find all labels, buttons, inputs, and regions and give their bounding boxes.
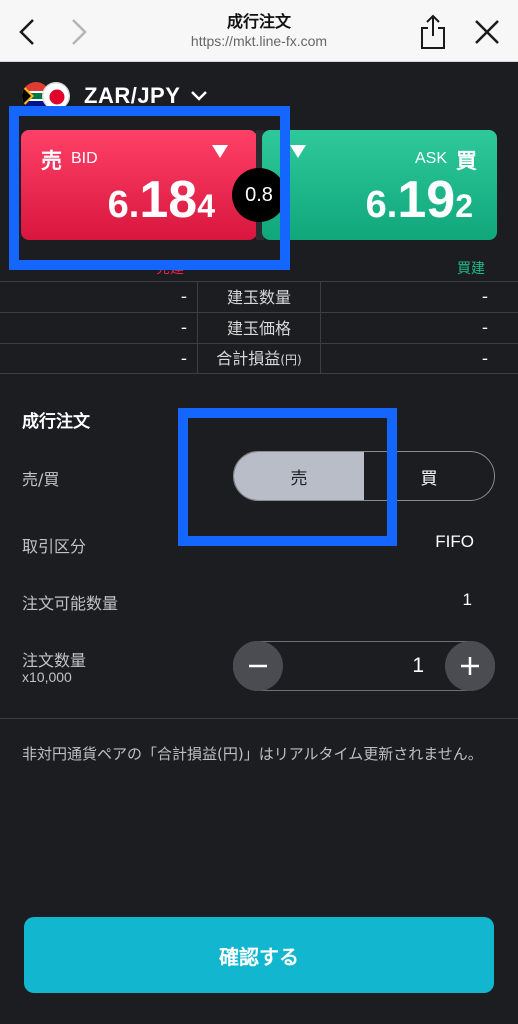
plus-icon: [461, 657, 479, 675]
ask-price: 6.192: [366, 170, 473, 230]
buy-position-label: 買建: [457, 261, 485, 277]
ask-price-head: 6.: [365, 184, 398, 226]
row-label: 建玉価格: [197, 312, 321, 344]
browser-toolbar: 成行注文 https://mkt.line-fx.com: [0, 0, 518, 62]
close-icon: [475, 20, 499, 44]
chevron-down-icon: [191, 91, 208, 101]
section-divider: [0, 718, 518, 719]
minus-icon: [249, 664, 267, 668]
order-form-title: 成行注文: [22, 412, 90, 432]
increment-button[interactable]: [445, 641, 495, 691]
order-quantity-label: 注文数量: [22, 651, 87, 670]
ask-price-big: 19: [397, 171, 456, 229]
row-label-unit: (円): [280, 353, 302, 367]
buy-value: -: [481, 348, 488, 369]
side-label: 売/買: [22, 470, 60, 489]
trade-type-label: 取引区分: [22, 537, 87, 556]
table-row: - 合計損益(円) -: [0, 343, 518, 374]
order-quantity-unit: x10,000: [22, 669, 72, 685]
buy-value: -: [481, 318, 488, 338]
sell-value: -: [180, 318, 187, 338]
row-label-text: 建玉価格: [226, 318, 291, 338]
close-button[interactable]: [472, 14, 502, 50]
trade-type-value: FIFO: [435, 532, 474, 551]
table-row: - 建玉価格 -: [0, 312, 518, 344]
highlight-box-bid: [9, 106, 290, 270]
available-quantity-value: 1: [462, 590, 472, 609]
buy-value: -: [481, 287, 488, 307]
sell-value: -: [180, 287, 187, 307]
ask-arrow-down-icon: [290, 145, 306, 158]
table-row: - 建玉数量 -: [0, 281, 518, 313]
row-label-text: 合計損益: [216, 349, 281, 368]
ask-price-pip: 2: [455, 188, 473, 224]
realtime-note: 非対円通貨ペアの「合計損益(円)」はリアルタイム更新されません。: [22, 745, 483, 763]
row-label: 合計損益(円): [197, 343, 321, 374]
row-label: 建玉数量: [197, 281, 321, 313]
share-icon: [421, 14, 445, 49]
confirm-button[interactable]: 確認する: [24, 917, 494, 993]
share-button[interactable]: [418, 14, 448, 50]
highlight-box-toggle: [178, 408, 397, 546]
sell-value: -: [180, 348, 187, 369]
quantity-stepper[interactable]: 1: [233, 641, 495, 691]
ask-side-label: ASK: [414, 150, 447, 167]
ask-buy-tile[interactable]: ASK 買 6.192: [262, 130, 497, 240]
row-label-text: 建玉数量: [226, 287, 291, 307]
quantity-value[interactable]: 1: [412, 654, 424, 678]
available-quantity-label: 注文可能数量: [22, 594, 119, 613]
decrement-button[interactable]: [233, 641, 283, 691]
position-table: - 建玉数量 - - 建玉価格 - - 合計損益(円) -: [0, 281, 518, 374]
